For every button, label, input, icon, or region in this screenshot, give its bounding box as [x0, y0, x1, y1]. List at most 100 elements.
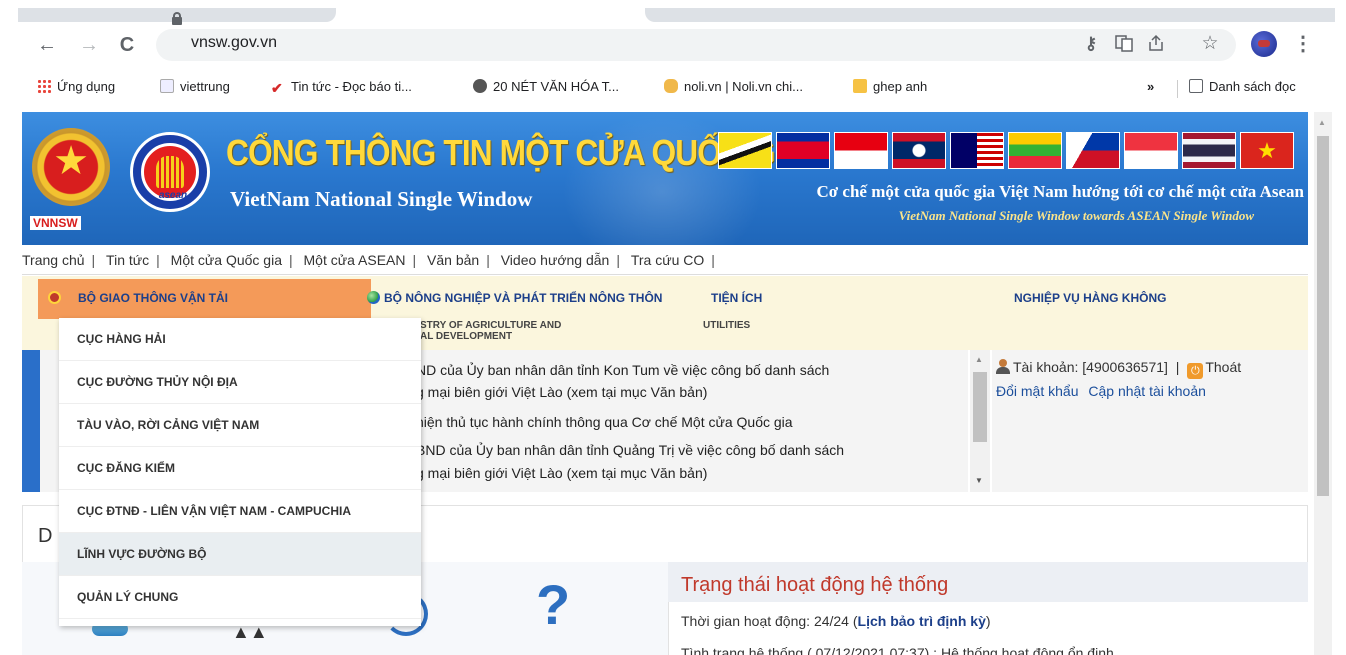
vnnsw-badge: VNNSW [30, 216, 81, 230]
flag-malaysia [950, 132, 1004, 169]
flag-vietnam: ★ [1240, 132, 1294, 169]
nav-home[interactable]: Trang chủ [22, 252, 85, 268]
dropdown-item-road[interactable]: LĨNH VỰC ĐƯỜNG BỘ [59, 533, 421, 576]
vietnam-emblem-logo: ★ [32, 128, 110, 206]
bookmark-viettrung[interactable]: viettrung [160, 79, 230, 94]
folder-icon [853, 79, 867, 93]
site-subtitle: VietNam National Single Window [230, 187, 533, 211]
nav-tutorial-videos[interactable]: Video hướng dẫn [501, 252, 610, 268]
slogan-vietnamese: Cơ chế một cửa quốc gia Việt Nam hướng t… [816, 182, 1304, 201]
forward-button[interactable]: → [76, 32, 102, 58]
user-icon [996, 359, 1010, 374]
nav-asean-window[interactable]: Một cửa ASEAN [304, 252, 406, 268]
notice-scrollbar[interactable]: ▲ ▼ [970, 350, 990, 492]
page-scrollbar[interactable]: ▲ [1314, 112, 1332, 655]
dropdown-item-vessel-port[interactable]: TÀU VÀO, RỜI CẢNG VIỆT NAM [59, 404, 421, 447]
maintenance-schedule-link[interactable]: Lịch bảo trì định kỳ [858, 613, 986, 629]
flag-cambodia [776, 132, 830, 169]
bookmark-20-net[interactable]: 20 NÉT VĂN HÓA T... [473, 79, 619, 94]
logout-link[interactable]: Thoát [1205, 359, 1241, 375]
lock-icon[interactable] [172, 12, 182, 25]
bookmark-tin-tuc[interactable]: ✔ Tin tức - Đọc báo ti... [271, 79, 412, 95]
profile-avatar[interactable] [1251, 31, 1277, 57]
account-label: Tài khoản: [4900636571] [1013, 359, 1168, 375]
system-status-line: Tình trạng hệ thống ( 07/12/2021 07:37) … [681, 645, 1114, 655]
menu-agriculture-sub-2: AL DEVELOPMENT [420, 331, 513, 342]
notice-line-1[interactable]: ND của Ủy ban nhân dân tỉnh Kon Tum về v… [416, 361, 829, 380]
asean-text: asean [158, 190, 188, 201]
dropdown-item-general-management[interactable]: QUẢN LÝ CHUNG [59, 576, 421, 619]
asean-logo: asean [130, 132, 210, 212]
scroll-thumb[interactable] [973, 372, 987, 442]
star-icon: ★ [53, 139, 89, 183]
scroll-down-arrow[interactable]: ▼ [975, 476, 983, 485]
page-scroll-thumb[interactable] [1317, 136, 1329, 496]
flag-brunei [718, 132, 772, 169]
dropdown-item-registry[interactable]: CỤC ĐĂNG KIỂM [59, 447, 421, 490]
menu-aviation[interactable]: NGHIỆP VỤ HÀNG KHÔNG [1014, 291, 1166, 305]
page-scroll-up-arrow[interactable]: ▲ [1318, 118, 1326, 127]
flag-myanmar [1008, 132, 1062, 169]
flag-indonesia [834, 132, 888, 169]
notice-line-2[interactable]: g mại biên giới Việt Lào (xem tại mục Vă… [416, 383, 707, 402]
reading-list-icon [1189, 79, 1203, 93]
nav-news[interactable]: Tin tức [106, 252, 149, 268]
menu-icon[interactable]: ⋮ [1292, 34, 1314, 54]
nav-documents[interactable]: Văn bản [427, 252, 479, 268]
tab-background-right [645, 8, 1335, 22]
help-question-icon[interactable]: ? [536, 575, 570, 635]
tab-strip [0, 0, 1346, 26]
globe-icon [367, 291, 380, 304]
reading-list-button[interactable]: Danh sách đọc [1189, 79, 1296, 94]
menu-agriculture-sub-1: STRY OF AGRICULTURE AND [420, 320, 562, 331]
share-icon[interactable] [1145, 34, 1167, 57]
dropdown-item-vn-cambodia[interactable]: CỤC ĐTNĐ - LIÊN VẬN VIỆT NAM - CAMPUCHIA [59, 490, 421, 533]
section-heading: D [38, 525, 53, 547]
url-text[interactable]: vnsw.gov.vn [191, 34, 277, 52]
address-bar[interactable] [156, 29, 1236, 61]
nav-divider [22, 274, 1308, 275]
notice-line-5[interactable]: g mại biên giới Việt Lào (xem tại mục Vă… [416, 464, 707, 483]
logout-icon[interactable]: ⏻ [1187, 363, 1204, 379]
hand-icon [664, 79, 678, 93]
account-separator: | [1175, 359, 1180, 375]
notice-stripe [22, 350, 40, 492]
notice-line-4[interactable]: BND của Ủy ban nhân dân tỉnh Quảng Trị v… [416, 441, 844, 460]
flag-thailand [1182, 132, 1236, 169]
menu-utilities[interactable]: TIỆN ÍCH [711, 291, 762, 305]
key-icon[interactable]: ⚷ [1080, 34, 1102, 54]
bookmark-apps[interactable]: Ứng dụng [37, 79, 115, 94]
bookmarks-divider [1177, 80, 1178, 98]
dropdown-item-inland-waterway[interactable]: CỤC ĐƯỜNG THỦY NỘI ĐỊA [59, 361, 421, 404]
dropdown-item-maritime[interactable]: CỤC HÀNG HẢI [59, 318, 421, 361]
transport-ministry-dropdown: CỤC HÀNG HẢI CỤC ĐƯỜNG THỦY NỘI ĐỊA TÀU … [59, 318, 421, 626]
change-password-link[interactable]: Đổi mật khẩu [996, 383, 1078, 399]
scroll-up-arrow[interactable]: ▲ [975, 355, 983, 364]
back-button[interactable]: ← [34, 32, 60, 58]
update-account-link[interactable]: Cập nhật tài khoản [1088, 383, 1206, 399]
reload-button[interactable]: C [114, 32, 140, 58]
flag-laos [892, 132, 946, 169]
uptime-text: Thời gian hoạt động: 24/24 (Lịch bảo trì… [681, 613, 991, 629]
menu-transport-ministry[interactable]: BỘ GIAO THÔNG VẬN TẢI [38, 279, 371, 319]
nav-co-lookup[interactable]: Tra cứu CO [631, 252, 704, 268]
page-icon [160, 79, 174, 93]
apps-grid-icon [37, 79, 51, 93]
star-icon[interactable]: ☆ [1199, 34, 1221, 54]
top-navigation: Trang chủ | Tin tức | Một cửa Quốc gia | Mộ… [22, 252, 715, 268]
ministry-icon [48, 291, 61, 304]
menu-agriculture-ministry[interactable]: BỘ NÔNG NGHIỆP VÀ PHÁT TRIỂN NÔNG THÔN [367, 291, 662, 305]
globe-icon [473, 79, 487, 93]
menu-utilities-sub: UTILITIES [703, 320, 751, 331]
translate-icon[interactable] [1113, 34, 1135, 57]
site-banner[interactable]: ★ VNNSW asean CỔNG THÔNG TIN MỘT CỬA QUỐ… [22, 112, 1308, 245]
bookmarks-bar: Ứng dụng viettrung ✔ Tin tức - Đọc báo ti… [0, 74, 1346, 102]
more-bookmarks-button[interactable]: » [1147, 79, 1154, 94]
nav-national-window[interactable]: Một cửa Quốc gia [171, 252, 282, 268]
bookmark-ghep-anh[interactable]: ghep anh [853, 79, 927, 94]
slogan-english: VietNam National Single Window towards A… [898, 208, 1254, 223]
account-panel: Tài khoản: [4900636571] | ⏻ Thoát Đổi mật… [992, 350, 1308, 492]
bookmark-noli[interactable]: noli.vn | Noli.vn chi... [664, 79, 803, 94]
system-status-title: Trạng thái hoạt động hệ thống [681, 574, 949, 596]
notice-line-3[interactable]: hiện thủ tục hành chính thông qua Cơ chế… [416, 413, 793, 432]
